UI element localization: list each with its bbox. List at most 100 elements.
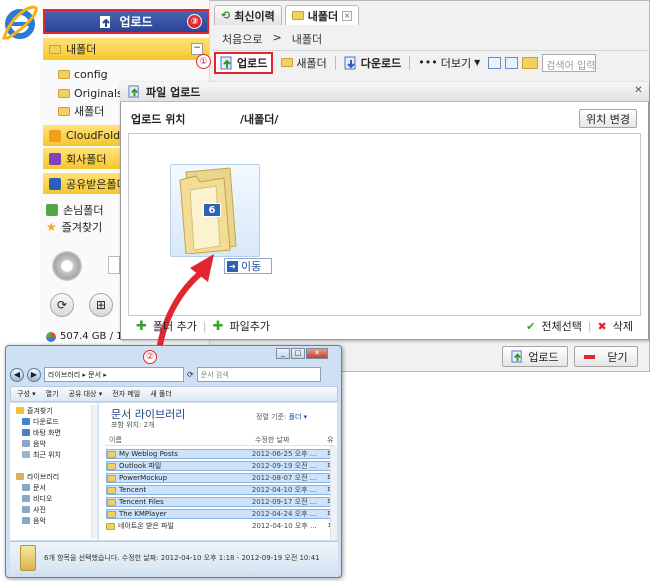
sort-control[interactable]: 정렬 기준: 폴더 ▾ (256, 412, 307, 422)
delete-icon: ✖ (597, 319, 607, 333)
toolbar: 업로드 새폴더 다운로드 ••• 더보기 ▼ 검색어 입력 (212, 50, 649, 74)
new-folder-button[interactable]: 새폴더 (277, 52, 330, 74)
grid-view-icon[interactable] (488, 56, 502, 69)
column-type[interactable]: 유 (327, 435, 335, 445)
folder-icon (107, 462, 116, 470)
column-headers: 이름 수정한 날짜 유 (105, 434, 335, 446)
sort-label: 정렬 기준: (256, 413, 287, 421)
close-tab-icon[interactable]: × (342, 10, 353, 21)
dialog-close-label: 닫기 (607, 350, 628, 364)
tree-item-config[interactable]: config (58, 65, 108, 83)
minimize-icon[interactable]: _ (276, 348, 290, 359)
pictures-icon (22, 506, 30, 513)
file-date: 2012-04-10 오후 ... (252, 522, 317, 530)
nav-item-libraries[interactable]: 라이브러리 (10, 471, 97, 482)
nav-item-music[interactable]: 음악 (10, 438, 97, 449)
tree-item-label: config (74, 67, 108, 81)
refresh-icon[interactable]: ⟳ (187, 370, 194, 379)
folder-view-icon[interactable] (522, 56, 539, 69)
nav-item-music-lib[interactable]: 음악 (10, 515, 97, 526)
column-date[interactable]: 수정한 날짜 (255, 435, 327, 445)
list-view-icon[interactable] (505, 56, 519, 69)
status-bar: 6개 항목을 선택했습니다. 수정한 날짜: 2012-04-10 오후 1:1… (10, 541, 338, 574)
new-folder-button[interactable]: 새 폴더 (150, 389, 172, 399)
search-history-icon: ⟲ (221, 9, 231, 22)
dialog-upload-label: 업로드 (528, 350, 559, 364)
add-file-button[interactable]: 파일추가 (230, 318, 270, 334)
tree-item-label: 새폴더 (74, 105, 105, 118)
file-row[interactable]: Tencent 2012-04-10 오후 ... 파 (106, 485, 336, 495)
file-row[interactable]: PowerMockup 2012-08-07 오전 ... 파 (106, 473, 336, 483)
content-scrollbar[interactable] (330, 446, 337, 540)
tree-item-originals[interactable]: Originals (58, 84, 123, 102)
select-all-button[interactable]: 전체선택 (541, 318, 581, 334)
nav-scrollbar[interactable] (91, 405, 97, 538)
tab-bar: ⟲ 최신이력 내폴더 × (214, 5, 360, 25)
nav-label: 즐겨찾기 (27, 406, 53, 415)
new-folder-icon (281, 58, 294, 67)
organize-button[interactable]: 구성 ▾ (17, 389, 36, 399)
sidebar-guest-folder[interactable]: 손님폴더 (46, 201, 103, 218)
library-icon (16, 473, 24, 480)
file-row[interactable]: Outlook 파일 2012-09-19 오전 ... 파 (106, 461, 336, 471)
nav-item-pictures[interactable]: 사진 (10, 504, 97, 515)
sidebar-my-folder[interactable]: 내폴더 − (43, 38, 209, 60)
downloads-icon (22, 418, 30, 425)
nav-label: 사진 (33, 505, 46, 514)
maximize-icon[interactable]: □ (291, 348, 305, 359)
delete-button[interactable]: 삭제 (613, 318, 633, 334)
nav-item-desktop[interactable]: 바탕 화면 (10, 427, 97, 438)
tab-my-folder[interactable]: 내폴더 × (284, 5, 360, 25)
windows-icon[interactable]: ⊞ (89, 293, 113, 317)
breadcrumb-root[interactable]: 처음으로 (222, 31, 262, 47)
file-name: PowerMockup (119, 474, 168, 482)
toolbar-divider (334, 55, 336, 70)
add-folder-button[interactable]: 폴더 추가 (153, 318, 197, 334)
step-1-marker: ① (196, 54, 211, 69)
file-row[interactable]: My Weblog Posts 2012-06-25 오후 ... 파 (106, 449, 336, 459)
address-bar[interactable]: 라이브러리 ▸ 문서 ▸ (44, 367, 184, 382)
explorer-search-input[interactable]: 문서 검색 (196, 367, 321, 382)
upload-button[interactable]: 업로드 (214, 51, 274, 74)
dialog-upload-button[interactable]: 업로드 (502, 346, 568, 367)
nav-item-videos[interactable]: 비디오 (10, 493, 97, 504)
column-name[interactable]: 이름 (105, 435, 255, 445)
file-row[interactable]: The KMPlayer 2012-04-24 오후 ... 파 (106, 509, 336, 519)
sidebar-upload-button[interactable]: 업로드 ③ (43, 9, 209, 34)
sidebar-company-label: 회사폴더 (66, 152, 107, 166)
folder-icon (107, 450, 116, 458)
dialog-close-button[interactable]: 닫기 (574, 346, 638, 367)
close-icon[interactable]: ✕ (633, 86, 644, 97)
download-button[interactable]: 다운로드 (340, 52, 405, 74)
status-text: 6개 항목을 선택했습니다. 수정한 날짜: 2012-04-10 오후 1:1… (44, 554, 320, 562)
upload-icon (220, 56, 232, 69)
refresh-icon[interactable]: ⟳ (50, 293, 74, 317)
file-name: The KMPlayer (119, 510, 167, 518)
nav-item-favorites[interactable]: 즐겨찾기 (10, 405, 97, 416)
close-window-icon[interactable]: ✕ (306, 348, 328, 359)
change-location-button[interactable]: 위치 변경 (579, 109, 637, 128)
videos-icon (22, 495, 30, 502)
more-button[interactable]: ••• 더보기 ▼ (414, 52, 484, 74)
file-row[interactable]: Tencent Files 2012-09-17 오전 ... 파 (106, 497, 336, 507)
cloud-icon (49, 129, 61, 142)
search-input[interactable]: 검색어 입력 (542, 53, 597, 72)
settings-gear-icon[interactable] (52, 251, 82, 281)
plus-icon: ✚ (212, 318, 224, 334)
back-icon[interactable]: ◀ (10, 367, 24, 382)
email-button[interactable]: 전자 메일 (112, 389, 140, 399)
share-button[interactable]: 공유 대상 ▾ (69, 389, 103, 399)
tab-recent-history[interactable]: ⟲ 최신이력 (214, 5, 282, 25)
nav-item-downloads[interactable]: 다운로드 (10, 416, 97, 427)
nav-item-recent[interactable]: 최근 위치 (10, 449, 97, 460)
open-button[interactable]: 열기 (46, 389, 59, 399)
chart-icon (46, 331, 56, 342)
tree-item-new-folder[interactable]: 새폴더 (58, 102, 104, 120)
nav-item-documents[interactable]: 문서 (10, 482, 97, 493)
forward-icon[interactable]: ▶ (27, 367, 41, 382)
sidebar-mini-box (108, 256, 120, 274)
upload-location-path: /내폴더/ (240, 113, 279, 126)
file-row[interactable]: 네이트온 받은 파일 2012-04-10 오후 ... 파 (106, 521, 336, 531)
sidebar-favorites[interactable]: ★ 즐겨찾기 (46, 218, 102, 235)
